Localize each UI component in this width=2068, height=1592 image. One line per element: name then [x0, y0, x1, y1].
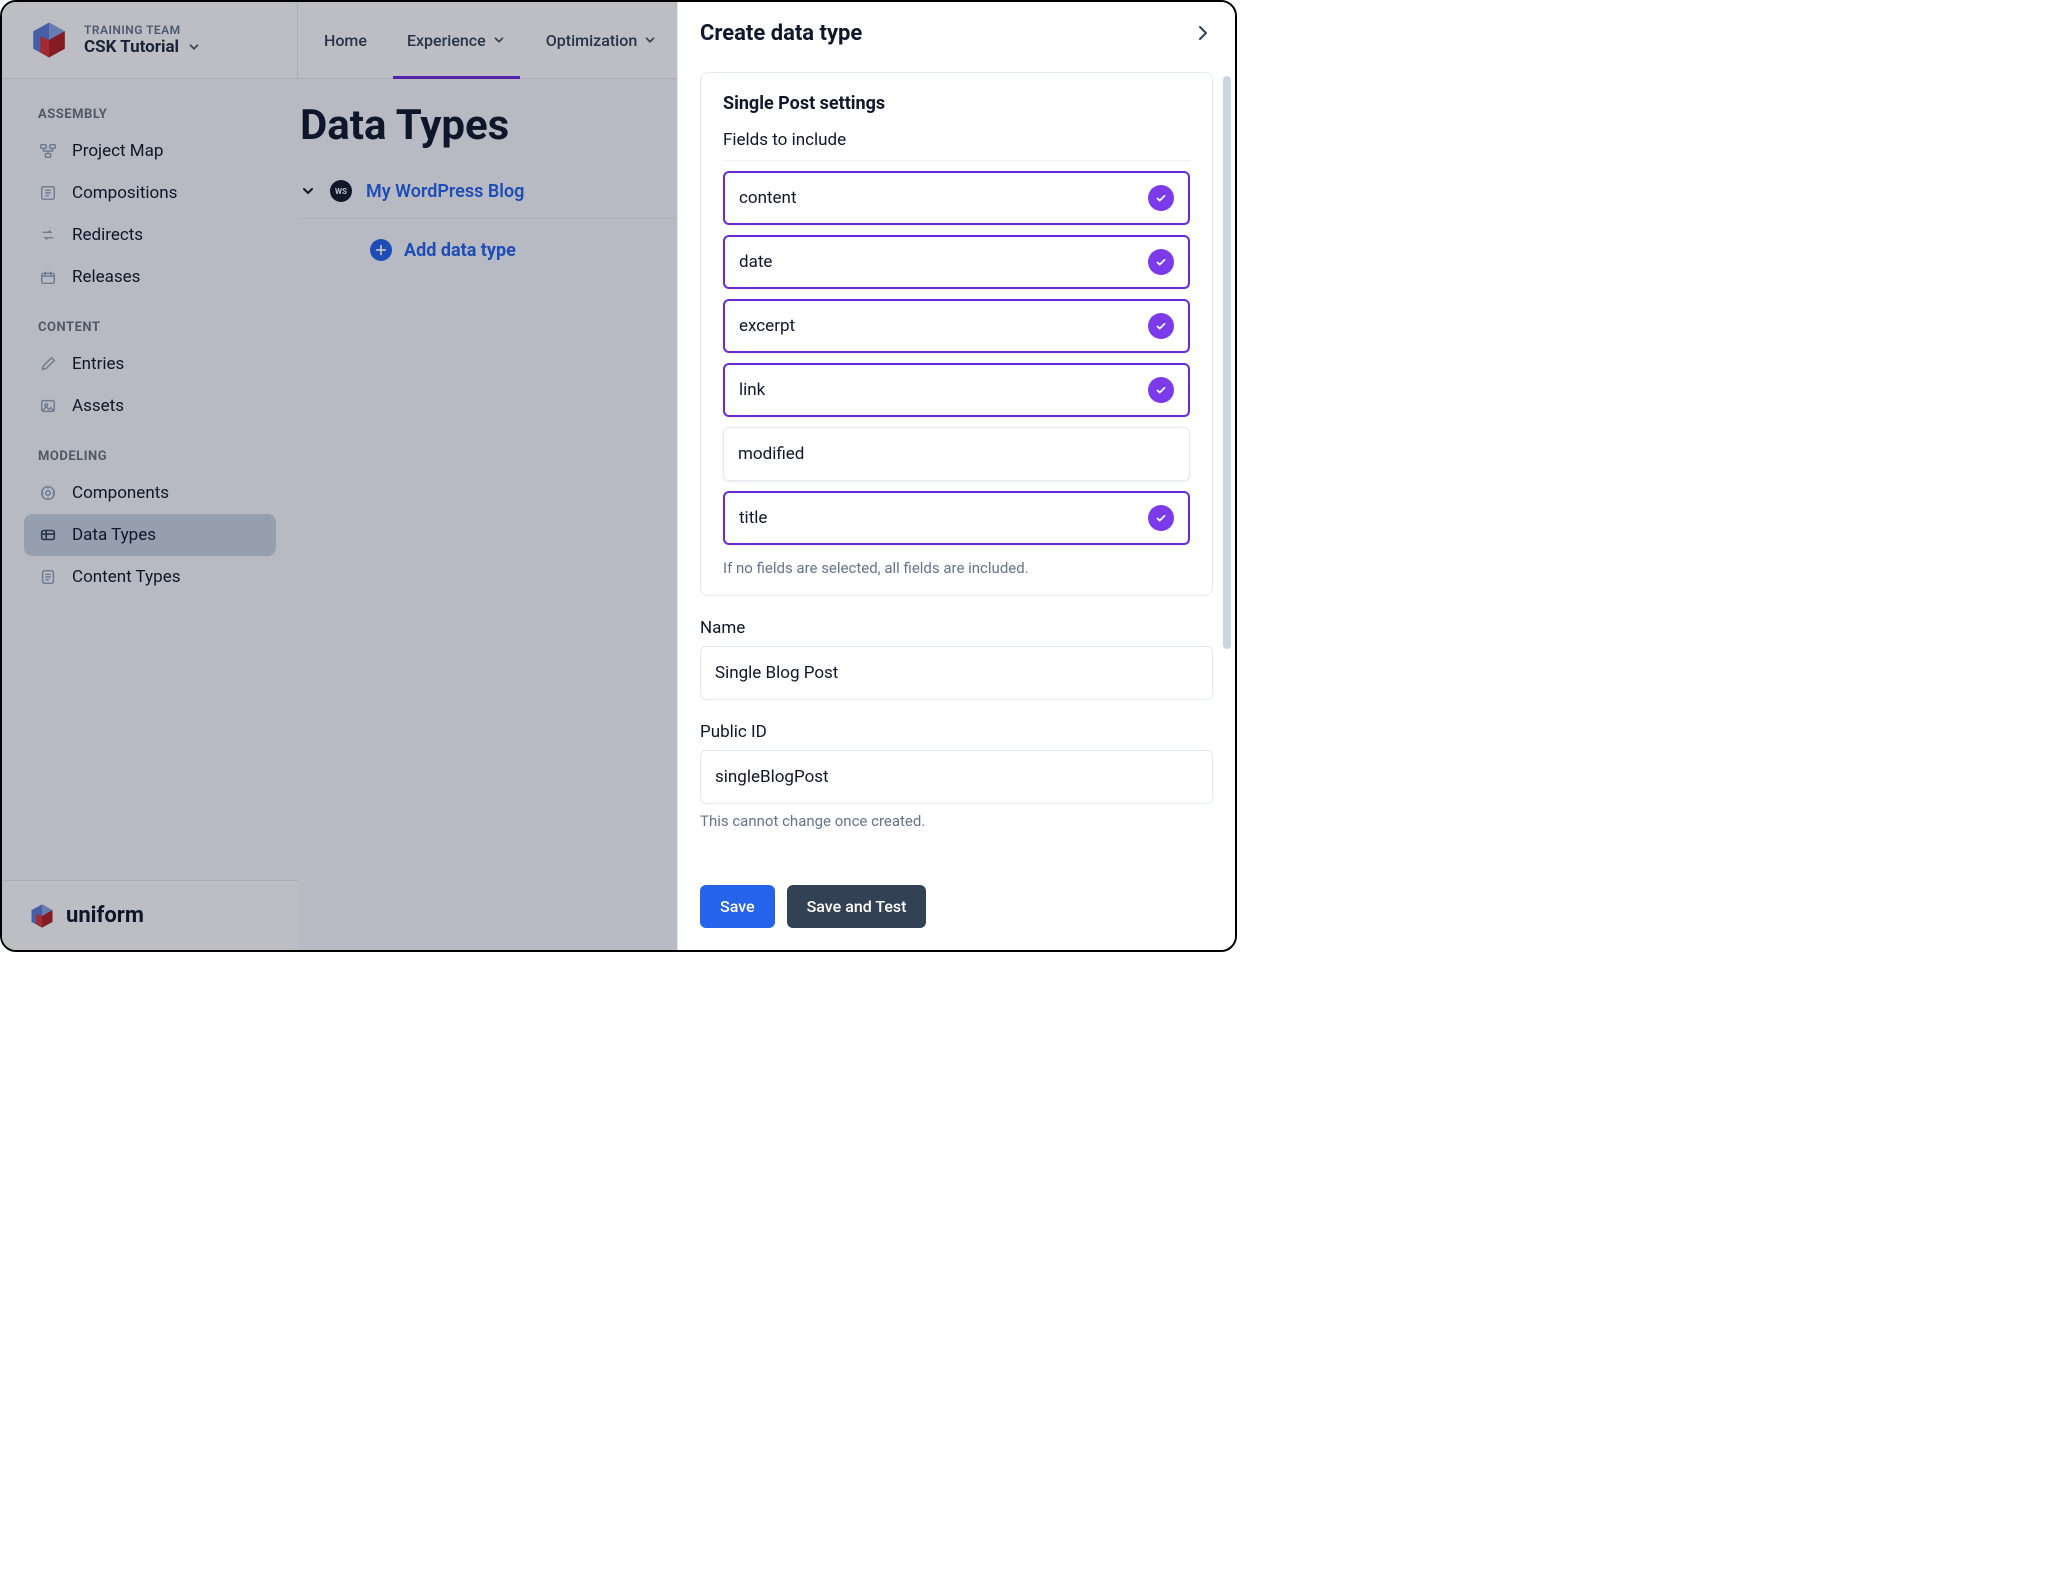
public-id-help: This cannot change once created.: [700, 812, 1213, 830]
panel-header: Create data type: [678, 2, 1235, 64]
fields-help-text: If no fields are selected, all fields ar…: [723, 559, 1190, 577]
fields-to-include-label: Fields to include: [723, 130, 1190, 161]
public-id-input[interactable]: [700, 750, 1213, 804]
chevron-right-icon[interactable]: [1193, 23, 1213, 43]
save-button[interactable]: Save: [700, 885, 775, 928]
panel-title: Create data type: [700, 21, 862, 46]
field-chip-title[interactable]: title: [723, 491, 1190, 545]
field-chip-date[interactable]: date: [723, 235, 1190, 289]
check-icon: [1148, 505, 1174, 531]
save-and-test-button[interactable]: Save and Test: [787, 885, 927, 928]
name-label: Name: [700, 618, 1213, 638]
field-chip-label: title: [739, 508, 767, 528]
check-icon: [1148, 313, 1174, 339]
field-chip-label: excerpt: [739, 316, 795, 336]
check-icon: [1148, 377, 1174, 403]
settings-title: Single Post settings: [723, 93, 1190, 114]
field-chip-label: modified: [738, 444, 804, 464]
field-chip-link[interactable]: link: [723, 363, 1190, 417]
scrollbar[interactable]: [1223, 76, 1231, 649]
field-chip-label: date: [739, 252, 772, 272]
panel-footer: Save Save and Test: [678, 877, 1235, 950]
field-chip-excerpt[interactable]: excerpt: [723, 299, 1190, 353]
public-id-label: Public ID: [700, 722, 1213, 742]
field-chip-modified[interactable]: modified: [723, 427, 1190, 481]
name-input[interactable]: [700, 646, 1213, 700]
field-chip-label: content: [739, 188, 797, 208]
field-chip-content[interactable]: content: [723, 171, 1190, 225]
check-icon: [1148, 185, 1174, 211]
single-post-settings-card: Single Post settings Fields to include c…: [700, 72, 1213, 596]
create-data-type-panel: Create data type Single Post settings Fi…: [677, 2, 1235, 950]
field-chip-label: link: [739, 380, 765, 400]
check-icon: [1148, 249, 1174, 275]
